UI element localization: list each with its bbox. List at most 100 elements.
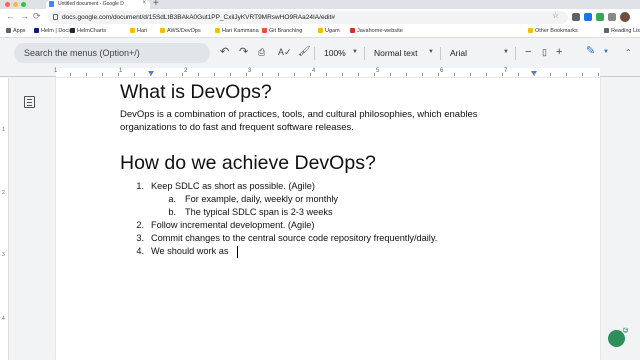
font-size-box[interactable]: ▯ xyxy=(542,46,547,58)
list-item[interactable]: We should work as xyxy=(151,246,228,256)
minimize-window-icon[interactable] xyxy=(13,2,18,7)
ruler-tick xyxy=(598,73,599,76)
left-indent-marker[interactable] xyxy=(148,71,154,76)
spellcheck-icon[interactable]: A✓ xyxy=(278,46,292,58)
maximize-window-icon[interactable] xyxy=(21,2,26,7)
bookmark-icon xyxy=(34,28,39,33)
ruler-tick xyxy=(214,73,215,76)
bookmark-item[interactable]: Hari xyxy=(130,28,147,34)
extension-icon[interactable] xyxy=(596,13,604,21)
ruler-tick xyxy=(550,73,551,76)
bookmark-icon xyxy=(6,28,11,33)
editing-mode-pencil-icon[interactable]: ✎ xyxy=(586,45,595,57)
heading-what-is-devops[interactable]: What is DevOps? xyxy=(120,81,272,104)
ruler-number: 5 xyxy=(376,68,380,74)
increase-font-icon[interactable]: + xyxy=(556,46,562,58)
bookmark-item[interactable]: Helm | Docs xyxy=(34,28,71,34)
undo-icon[interactable]: ↶ xyxy=(220,46,229,58)
bookmark-label: Hari Kammana xyxy=(222,28,259,34)
bookmark-icon xyxy=(160,28,165,33)
url-input[interactable]: docs.google.com/document/d/15SdLtB3BAkA0… xyxy=(48,11,568,24)
paragraph-line[interactable]: DevOps is a combination of practices, to… xyxy=(120,109,478,120)
bookmarks-bar: Apps Helm | Docs HelmCharts Hari AWS/DevOps H… xyxy=(0,26,640,38)
ruler-tick xyxy=(486,73,487,76)
forward-arrow-icon[interactable]: → xyxy=(20,11,29,21)
extension-icon[interactable] xyxy=(584,13,592,21)
puzzle-icon[interactable] xyxy=(608,13,616,21)
ruler-tick xyxy=(118,73,119,76)
paint-format-icon[interactable]: 🖌 xyxy=(298,46,311,58)
ruler-tick xyxy=(422,73,423,76)
ruler-number: 2 xyxy=(2,190,5,196)
chevron-down-icon[interactable]: ▼ xyxy=(428,49,434,55)
style-select[interactable]: Normal text xyxy=(374,48,417,58)
divider xyxy=(515,47,516,60)
bookmark-label: Other Bookmarks xyxy=(535,28,578,34)
bookmark-item[interactable]: Reading List xyxy=(604,28,640,34)
bookmark-icon xyxy=(70,28,75,33)
scrollbar[interactable] xyxy=(628,78,640,360)
zoom-select[interactable]: 100% xyxy=(324,48,346,58)
tab-title: Untitled document - Google D xyxy=(58,1,124,7)
ruler-tick xyxy=(150,73,151,76)
list-item[interactable]: Follow incremental development. (Agile) xyxy=(151,220,314,230)
bookmark-icon xyxy=(262,28,267,33)
docs-toolbar: Search the menus (Option+/) ↶ ↷ ⎙ A✓ 🖌 1… xyxy=(0,38,640,68)
ruler-tick xyxy=(246,73,247,76)
bookmark-item[interactable]: Other Bookmarks xyxy=(528,28,578,34)
horizontal-ruler[interactable]: 1 1 2 3 4 5 6 7 xyxy=(0,68,640,77)
reload-icon[interactable]: ⟳ xyxy=(33,11,41,22)
paragraph-line[interactable]: organizations to do fast and frequent so… xyxy=(120,122,354,133)
divider xyxy=(440,47,441,60)
list-item[interactable]: The typical SDLC span is 2-3 weeks xyxy=(185,207,333,217)
font-select[interactable]: Arial xyxy=(450,48,467,58)
ruler-tick xyxy=(438,73,439,76)
bookmark-item[interactable]: HelmCharts xyxy=(70,28,106,34)
vertical-ruler[interactable]: 1 2 3 4 xyxy=(0,78,9,360)
ruler-number: 1 xyxy=(54,68,58,74)
ruler-tick xyxy=(406,73,407,76)
list-item[interactable]: Commit changes to the central source cod… xyxy=(151,233,437,243)
chevron-down-icon[interactable]: ▼ xyxy=(503,49,509,55)
list-item[interactable]: Keep SDLC as short as possible. (Agile) xyxy=(151,181,315,191)
bookmark-item[interactable]: Ugam xyxy=(318,28,340,34)
decrease-font-icon[interactable]: − xyxy=(525,46,531,58)
ruler-tick xyxy=(470,73,471,76)
chevron-down-icon[interactable]: ▼ xyxy=(603,49,609,55)
bookmark-icon xyxy=(130,28,135,33)
ruler-tick xyxy=(518,73,519,76)
avatar[interactable] xyxy=(620,12,630,22)
bookmark-item[interactable]: AWS/DevOps xyxy=(160,28,201,34)
bookmark-item[interactable]: Javahome-website xyxy=(350,28,403,34)
document-outline-icon[interactable] xyxy=(24,96,35,108)
bookmark-icon xyxy=(528,28,533,33)
chevron-down-icon[interactable]: ▼ xyxy=(352,49,358,55)
tab-close-icon[interactable]: × xyxy=(142,0,146,6)
print-icon[interactable]: ⎙ xyxy=(258,46,265,58)
ruler-tick xyxy=(566,73,567,76)
bookmark-label: AWS/DevOps xyxy=(167,28,201,34)
document-page[interactable] xyxy=(56,78,600,360)
text-cursor xyxy=(237,246,238,258)
explore-button[interactable]: 2 xyxy=(608,327,628,347)
collapse-menus-icon[interactable]: ⌃ xyxy=(625,48,632,57)
ruler-number: 2 xyxy=(184,68,188,74)
redo-icon[interactable]: ↷ xyxy=(239,46,248,58)
browser-tab[interactable]: Untitled document - Google D × xyxy=(46,0,150,9)
extension-icon[interactable] xyxy=(572,13,580,21)
address-bar-row: ← → ⟳ docs.google.com/document/d/15SdLtB… xyxy=(0,9,640,26)
star-icon[interactable]: ☆ xyxy=(552,11,559,20)
ruler-tick xyxy=(342,73,343,76)
bookmark-item[interactable]: Apps xyxy=(6,28,26,34)
ruler-tick xyxy=(230,73,231,76)
back-arrow-icon[interactable]: ← xyxy=(6,11,15,21)
new-tab-button[interactable]: + xyxy=(153,0,159,9)
heading-how-do-we-achieve-devops[interactable]: How do we achieve DevOps? xyxy=(120,152,376,175)
bookmark-item[interactable]: Hari Kammana xyxy=(215,28,259,34)
ruler-number: 6 xyxy=(440,68,444,74)
ruler-tick xyxy=(262,73,263,76)
bookmark-item[interactable]: Git Branching xyxy=(262,28,302,34)
list-item[interactable]: For example, daily, weekly or monthly xyxy=(185,194,338,204)
search-menus-input[interactable]: Search the menus (Option+/) xyxy=(14,43,210,63)
close-window-icon[interactable] xyxy=(5,2,10,7)
